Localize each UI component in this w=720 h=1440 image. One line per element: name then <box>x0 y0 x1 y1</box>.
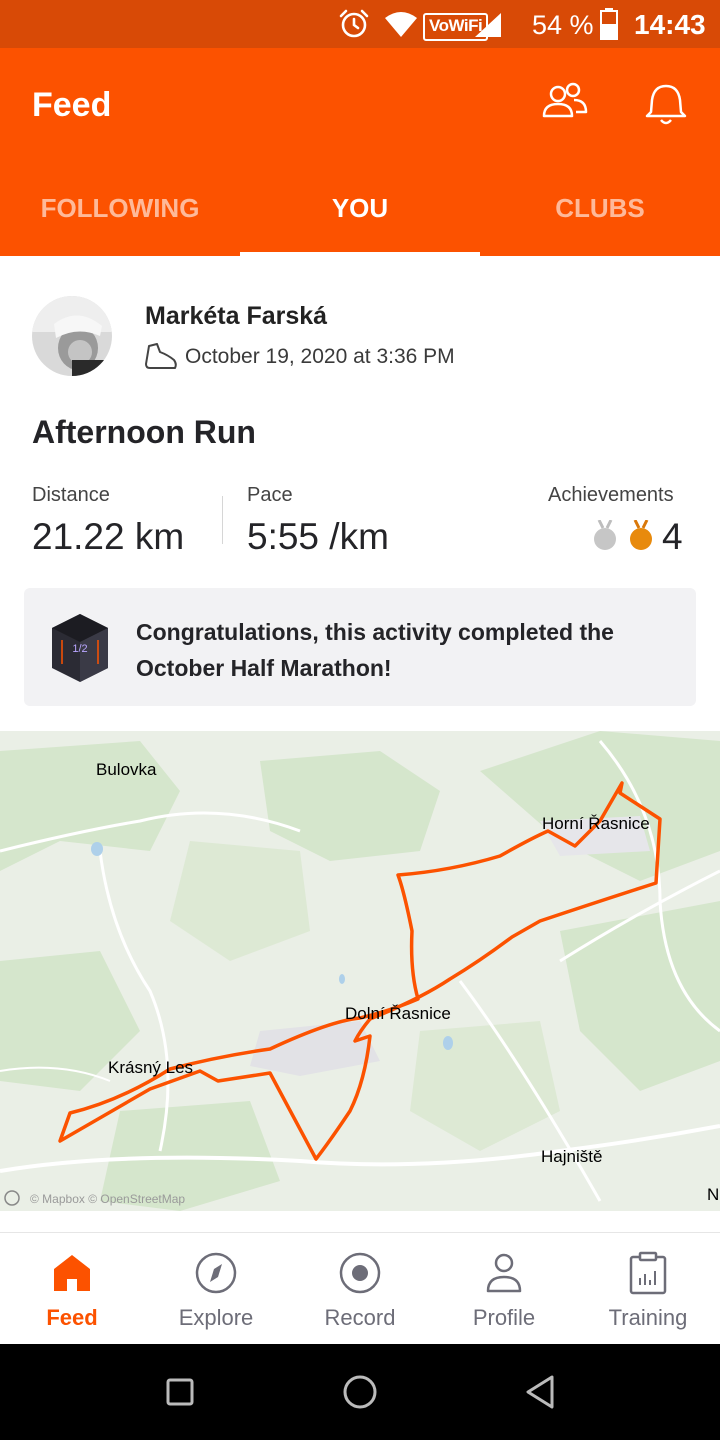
map-attribution: © Mapbox © OpenStreetMap <box>30 1192 185 1206</box>
active-tab-indicator <box>240 252 480 256</box>
pace-label: Pace <box>247 484 293 506</box>
nav-feed[interactable]: Feed <box>0 1233 144 1345</box>
tab-clubs[interactable]: CLUBS <box>480 188 720 228</box>
status-bar: VoWiFi 54 % 14:43 <box>0 0 720 48</box>
nav-explore-label: Explore <box>178 1305 254 1330</box>
signal-icon <box>475 13 501 37</box>
people-icon[interactable] <box>540 82 588 122</box>
silver-medal-icon <box>594 520 616 550</box>
bottom-navigation: Feed Explore Record Profile Training <box>0 1232 720 1345</box>
alarm-icon <box>339 9 369 38</box>
battery-percentage: 54 % <box>532 10 594 40</box>
nav-record-label: Record <box>324 1305 396 1330</box>
pace-value: 5:55 /km <box>247 516 389 557</box>
record-icon <box>339 1252 381 1294</box>
nav-training[interactable]: Training <box>576 1233 720 1345</box>
map-label-krasny-les: Krásný Les <box>108 1058 193 1077</box>
route-map[interactable]: Bulovka Horní Řasnice Dolní Řasnice Krás… <box>0 731 720 1211</box>
nav-record[interactable]: Record <box>288 1233 432 1345</box>
achievements-count: 4 <box>662 516 683 557</box>
athlete-name[interactable]: Markéta Farská <box>145 302 327 331</box>
profile-icon <box>486 1253 522 1293</box>
system-navigation-bar <box>0 1344 720 1440</box>
shoe-icon <box>145 343 177 369</box>
activity-title[interactable]: Afternoon Run <box>32 414 256 451</box>
map-label-horni-rasnice: Horní Řasnice <box>542 814 650 833</box>
app-header: Feed FOLLOWING YOU CLUBS <box>0 48 720 256</box>
tab-following[interactable]: FOLLOWING <box>0 188 240 228</box>
nav-explore[interactable]: Explore <box>144 1233 288 1345</box>
nav-training-label: Training <box>608 1305 688 1330</box>
notifications-bell-icon[interactable] <box>644 82 688 128</box>
battery-icon <box>600 8 618 40</box>
distance-value: 21.22 km <box>32 516 185 557</box>
back-triangle-icon[interactable] <box>524 1374 556 1410</box>
bronze-medal-icon <box>630 520 652 550</box>
achievements-label: Achievements <box>548 484 674 506</box>
distance-label: Distance <box>32 484 110 506</box>
home-circle-icon[interactable] <box>342 1374 378 1410</box>
home-icon <box>54 1255 90 1291</box>
map-label-hajniste: Hajniště <box>541 1147 602 1166</box>
map-label-bulovka: Bulovka <box>96 760 157 779</box>
page-title: Feed <box>32 86 112 124</box>
map-label-dolni-rasnice: Dolní Řasnice <box>345 1004 451 1023</box>
avatar[interactable] <box>32 296 112 376</box>
half-marathon-badge-icon: 1/2 <box>52 614 108 682</box>
nav-profile[interactable]: Profile <box>432 1233 576 1345</box>
activity-date: October 19, 2020 at 3:36 PM <box>185 345 455 368</box>
nav-feed-label: Feed <box>46 1305 98 1330</box>
nav-profile-label: Profile <box>472 1305 536 1330</box>
map-canvas: Bulovka Horní Řasnice Dolní Řasnice Krás… <box>0 731 720 1211</box>
wifi-icon <box>385 12 417 37</box>
stat-divider <box>222 496 223 544</box>
map-label-edge: N <box>707 1185 719 1204</box>
training-icon <box>629 1251 667 1295</box>
badge-text: 1/2 <box>72 643 87 655</box>
challenge-completion-banner[interactable]: 1/2 Congratulations, this activity compl… <box>24 588 696 706</box>
tab-you[interactable]: YOU <box>240 188 480 228</box>
status-time: 14:43 <box>634 9 706 40</box>
compass-icon <box>195 1252 237 1294</box>
challenge-message: Congratulations, this activity completed… <box>136 619 614 681</box>
overview-square-icon[interactable] <box>166 1378 194 1406</box>
